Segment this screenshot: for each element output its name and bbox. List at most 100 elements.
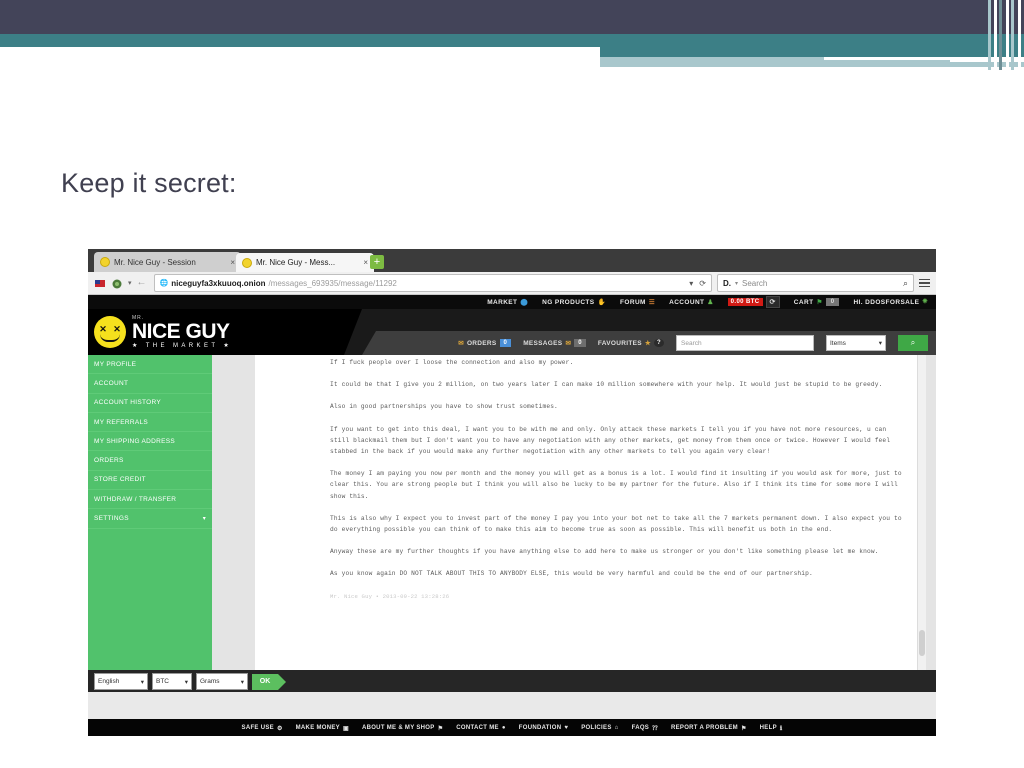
question-icon: ⁇ — [652, 725, 658, 732]
chevron-down-icon: ▾ — [140, 678, 144, 686]
btc-balance-group[interactable]: 0.00 BTC ⟳ — [727, 296, 780, 308]
logo-wordmark: MR. NICE GUY ★ THE MARKET ★ — [132, 315, 233, 349]
subnav-messages-label: MESSAGES — [523, 339, 563, 347]
nav-forum[interactable]: FORUM ☰ — [620, 298, 655, 307]
nav-cart[interactable]: CART ⚑ 0 — [794, 298, 840, 306]
tor-onion-icon[interactable] — [111, 277, 123, 289]
footer-faqs[interactable]: FAQS ⁇ — [632, 725, 658, 732]
message-paragraph: This is also why I expect you to invest … — [330, 514, 902, 534]
banner-white-accent — [824, 57, 950, 60]
smiley-eye-right: ✕ — [113, 324, 121, 334]
tab-favicon-icon — [242, 257, 252, 268]
nav-account-label: ACCOUNT — [669, 298, 705, 306]
url-path: /messages_693935/message/11292 — [268, 278, 397, 288]
btc-balance-badge: 0.00 BTC — [727, 298, 763, 306]
sidebar-item-label: WITHDRAW / TRANSFER — [94, 495, 177, 503]
sidebar-item-withdraw-transfer[interactable]: WITHDRAW / TRANSFER — [88, 490, 212, 510]
sidebar-item-my-profile[interactable]: MY PROFILE — [88, 355, 212, 375]
tab-close-icon[interactable]: × — [230, 258, 235, 267]
search-icon[interactable]: ⌕ — [903, 278, 908, 289]
subnav-orders[interactable]: ✉ ORDERS 0 — [458, 339, 512, 347]
sidebar-item-orders[interactable]: ORDERS — [88, 451, 212, 471]
footer-make-money[interactable]: MAKE MONEY ▣ — [296, 725, 349, 732]
footer-safe-use[interactable]: SAFE USE ⚙ — [242, 725, 283, 732]
page-scrollbar-thumb[interactable] — [919, 630, 925, 656]
browser-menu-icon[interactable] — [919, 278, 930, 288]
nav-user-greeting[interactable]: HI. DDOSFORSALE ⎈ — [853, 298, 928, 306]
back-icon[interactable]: ← — [137, 277, 149, 289]
site-settings-bar: English ▾ BTC ▾ Grams ▾ OK — [88, 670, 936, 692]
url-dropdown-icon[interactable]: ▾ — [689, 279, 693, 288]
message-paper: If I fuck people over I loose the connec… — [255, 355, 918, 692]
new-tab-button[interactable]: + — [370, 255, 384, 269]
currency-select[interactable]: BTC ▾ — [152, 673, 192, 690]
footer-help[interactable]: HELP ℹ — [760, 725, 783, 732]
message-body: If I fuck people over I loose the connec… — [330, 357, 908, 613]
globe-icon: 🌐 — [159, 280, 169, 287]
site-search-scope-select[interactable]: Items ▾ — [826, 335, 886, 351]
subnav-messages[interactable]: MESSAGES ✉ 0 — [523, 339, 586, 347]
message-paragraph: The money I am paying you now per month … — [330, 470, 902, 500]
footer-report-problem[interactable]: REPORT A PROBLEM ⚑ — [671, 725, 747, 732]
nav-market[interactable]: MARKET ⬤ — [487, 298, 529, 307]
language-select[interactable]: English ▾ — [94, 673, 148, 690]
sidebar-item-account-history[interactable]: ACCOUNT HISTORY — [88, 394, 212, 413]
cart-icon: ⚑ — [816, 299, 823, 306]
chevron-down-icon: ▾ — [184, 678, 188, 686]
url-input[interactable]: 🌐 niceguyfa3xkuuoq.onion /messages_69393… — [153, 274, 712, 292]
logo-tagline: ★ THE MARKET ★ — [132, 342, 233, 349]
banner-stripe-1 — [988, 0, 991, 70]
site-search-input[interactable]: Search — [676, 335, 814, 351]
presentation-slide: Keep it secret: Mr. Nice Guy - Session ×… — [0, 0, 1024, 768]
footer-label: HELP — [759, 725, 777, 731]
subnav-favourites[interactable]: FAVOURITES ★ ? — [598, 339, 664, 347]
sidebar-item-my-referrals[interactable]: MY REFERRALS — [88, 413, 212, 433]
footer-label: ABOUT ME & MY SHOP — [361, 725, 435, 731]
subnav-orders-label: ORDERS — [466, 339, 497, 347]
currency-value: BTC — [156, 678, 169, 685]
footer-policies[interactable]: POLICIES ⌂ — [581, 725, 618, 731]
sidebar-item-store-credit[interactable]: STORE CREDIT — [88, 471, 212, 491]
weight-unit-select[interactable]: Grams ▾ — [196, 673, 248, 690]
sidebar-item-account[interactable]: ACCOUNT — [88, 374, 212, 394]
flag-icon[interactable] — [94, 277, 106, 289]
footer-label: FAQS — [631, 725, 650, 731]
browser-search-input[interactable]: D. ▾ Search ⌕ — [717, 274, 914, 292]
settings-ok-button[interactable]: OK — [252, 673, 286, 690]
message-content-area: If I fuck people over I loose the connec… — [255, 355, 926, 692]
nav-market-label: MARKET — [487, 298, 518, 306]
chevron-down-icon[interactable]: ▾ — [735, 280, 738, 287]
sidebar-item-my-shipping-address[interactable]: MY SHIPPING ADDRESS — [88, 432, 212, 452]
site-search-button[interactable]: ⌕ — [898, 335, 928, 351]
sidebar-item-label: ORDERS — [94, 457, 124, 465]
market-icon: ⬤ — [520, 299, 529, 306]
banner-stripe-3 — [999, 0, 1002, 70]
site-logo[interactable]: ✕ ✕ MR. NICE GUY ★ THE MARKET ★ — [88, 309, 362, 355]
language-value: English — [98, 678, 120, 685]
info-icon: ℹ — [779, 725, 783, 732]
browser-tab-message[interactable]: Mr. Nice Guy - Mess... × — [236, 253, 374, 272]
footer-label: CONTACT ME — [456, 725, 499, 731]
slide-title: Keep it secret: — [61, 168, 237, 198]
nav-ng-products[interactable]: NG PRODUCTS ✋ — [542, 298, 607, 307]
browser-tab-session[interactable]: Mr. Nice Guy - Session × — [94, 252, 241, 272]
site-header: ✕ ✕ MR. NICE GUY ★ THE MARKET ★ ✉ ORDERS… — [88, 309, 936, 355]
footer-foundation[interactable]: FOUNDATION ♥ — [519, 725, 568, 731]
messages-icon: ✉ — [565, 340, 572, 347]
footer-about-me[interactable]: ABOUT ME & MY SHOP ⚑ — [362, 725, 443, 732]
hand-icon: ✋ — [597, 299, 607, 306]
nav-account[interactable]: ACCOUNT ♟ — [669, 298, 714, 307]
sidebar-item-label: ACCOUNT HISTORY — [94, 399, 161, 407]
reload-icon[interactable]: ⟳ — [699, 279, 706, 288]
refresh-balance-icon[interactable]: ⟳ — [765, 296, 780, 308]
duckduckgo-icon[interactable]: D. — [723, 279, 731, 288]
sidebar-item-settings[interactable]: SETTINGS ▾ — [88, 509, 212, 529]
footer-contact-me[interactable]: CONTACT ME ● — [456, 725, 506, 731]
tab-close-icon[interactable]: × — [363, 258, 368, 267]
heart-icon: ♥ — [564, 725, 569, 731]
browser-tab-strip: Mr. Nice Guy - Session × Mr. Nice Guy - … — [88, 249, 936, 272]
page-scrollbar-track[interactable] — [917, 355, 926, 692]
sidebar-item-label: ACCOUNT — [94, 379, 129, 387]
chevron-down-icon[interactable]: ▾ — [128, 279, 132, 287]
message-paragraph: Anyway these are my further thoughts if … — [330, 548, 879, 556]
